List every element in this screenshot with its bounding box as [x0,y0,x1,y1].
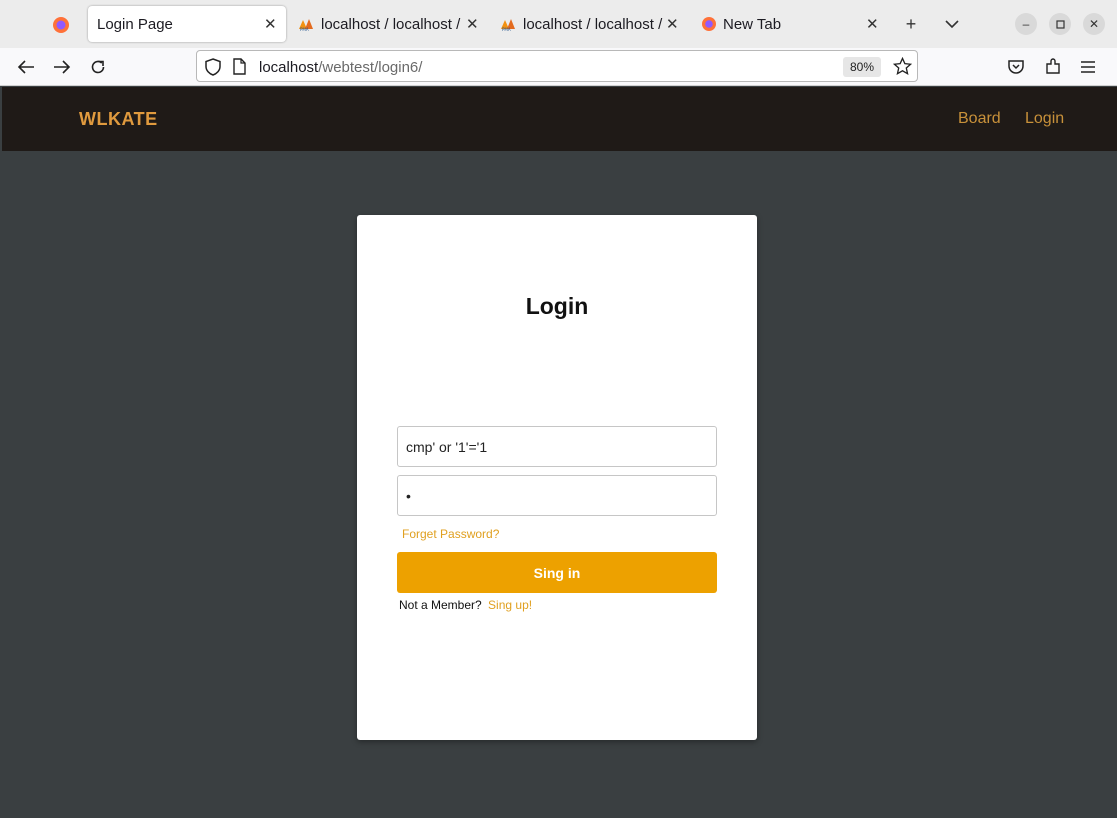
menu-hamburger-icon[interactable] [1076,55,1100,79]
tab-title: New Tab [723,15,782,33]
sign-in-button[interactable]: Sing in [397,552,717,593]
nav-link-board[interactable]: Board [958,110,1001,128]
browser-nav-bar: localhost/webtest/login6/ 80% [0,48,1117,86]
address-bar[interactable]: localhost/webtest/login6/ 80% [196,50,918,82]
close-icon[interactable]: ✕ [466,15,479,33]
tab-new-tab[interactable]: New Tab ✕ [700,6,890,42]
login-title: Login [525,293,589,319]
firefox-view-icon[interactable] [50,14,72,36]
tab-title: localhost / localhost / [321,15,461,33]
signup-prompt: Not a Member? Sing up! [399,598,532,612]
minimize-icon[interactable]: – [1015,13,1037,35]
close-icon[interactable]: ✕ [666,15,679,33]
url-host: localhost [259,59,319,76]
bookmark-star-icon[interactable] [892,56,913,77]
not-member-text: Not a Member? [399,598,482,612]
list-tabs-chevron-icon[interactable] [940,12,964,36]
site-header: WLKATE Board Login [2,87,1117,151]
zoom-level-badge[interactable]: 80% [843,57,881,77]
sign-up-link[interactable]: Sing up! [488,598,532,612]
page-icon[interactable] [233,58,247,76]
tab-localhost-1[interactable]: PMA localhost / localhost / ✕ [298,6,488,42]
forgot-password-link[interactable]: Forget Password? [402,527,499,541]
pocket-icon[interactable] [1004,55,1028,79]
nav-link-login[interactable]: Login [1025,110,1064,128]
forward-arrow-icon[interactable] [50,55,74,79]
tab-title: Login Page [97,15,173,33]
maximize-icon[interactable] [1049,13,1071,35]
new-tab-plus-icon[interactable]: + [899,12,923,36]
phpmyadmin-icon: PMA [500,15,518,33]
browser-tab-bar: Login Page ✕ PMA localhost / localhost /… [0,0,1117,48]
tab-title: localhost / localhost / [523,15,663,33]
tab-localhost-2[interactable]: PMA localhost / localhost / ✕ [500,6,690,42]
close-icon[interactable]: ✕ [264,15,277,33]
back-arrow-icon[interactable] [14,55,38,79]
tab-login-page[interactable]: Login Page ✕ [88,6,286,42]
svg-text:PMA: PMA [300,27,309,31]
url-text[interactable]: localhost/webtest/login6/ [259,59,422,76]
firefox-icon [700,15,718,33]
url-path: /webtest/login6/ [318,59,423,76]
site-brand[interactable]: WLKATE [79,109,158,130]
username-input[interactable] [397,426,717,467]
phpmyadmin-icon: PMA [298,15,316,33]
password-input[interactable] [397,475,717,516]
close-window-icon[interactable]: ✕ [1083,13,1105,35]
extensions-icon[interactable] [1041,55,1065,79]
shield-icon[interactable] [205,58,223,76]
close-icon[interactable]: ✕ [866,15,879,33]
svg-text:PMA: PMA [502,27,511,31]
login-card: Login Forget Password? Sing in Not a Mem… [357,215,757,740]
reload-icon[interactable] [86,55,110,79]
